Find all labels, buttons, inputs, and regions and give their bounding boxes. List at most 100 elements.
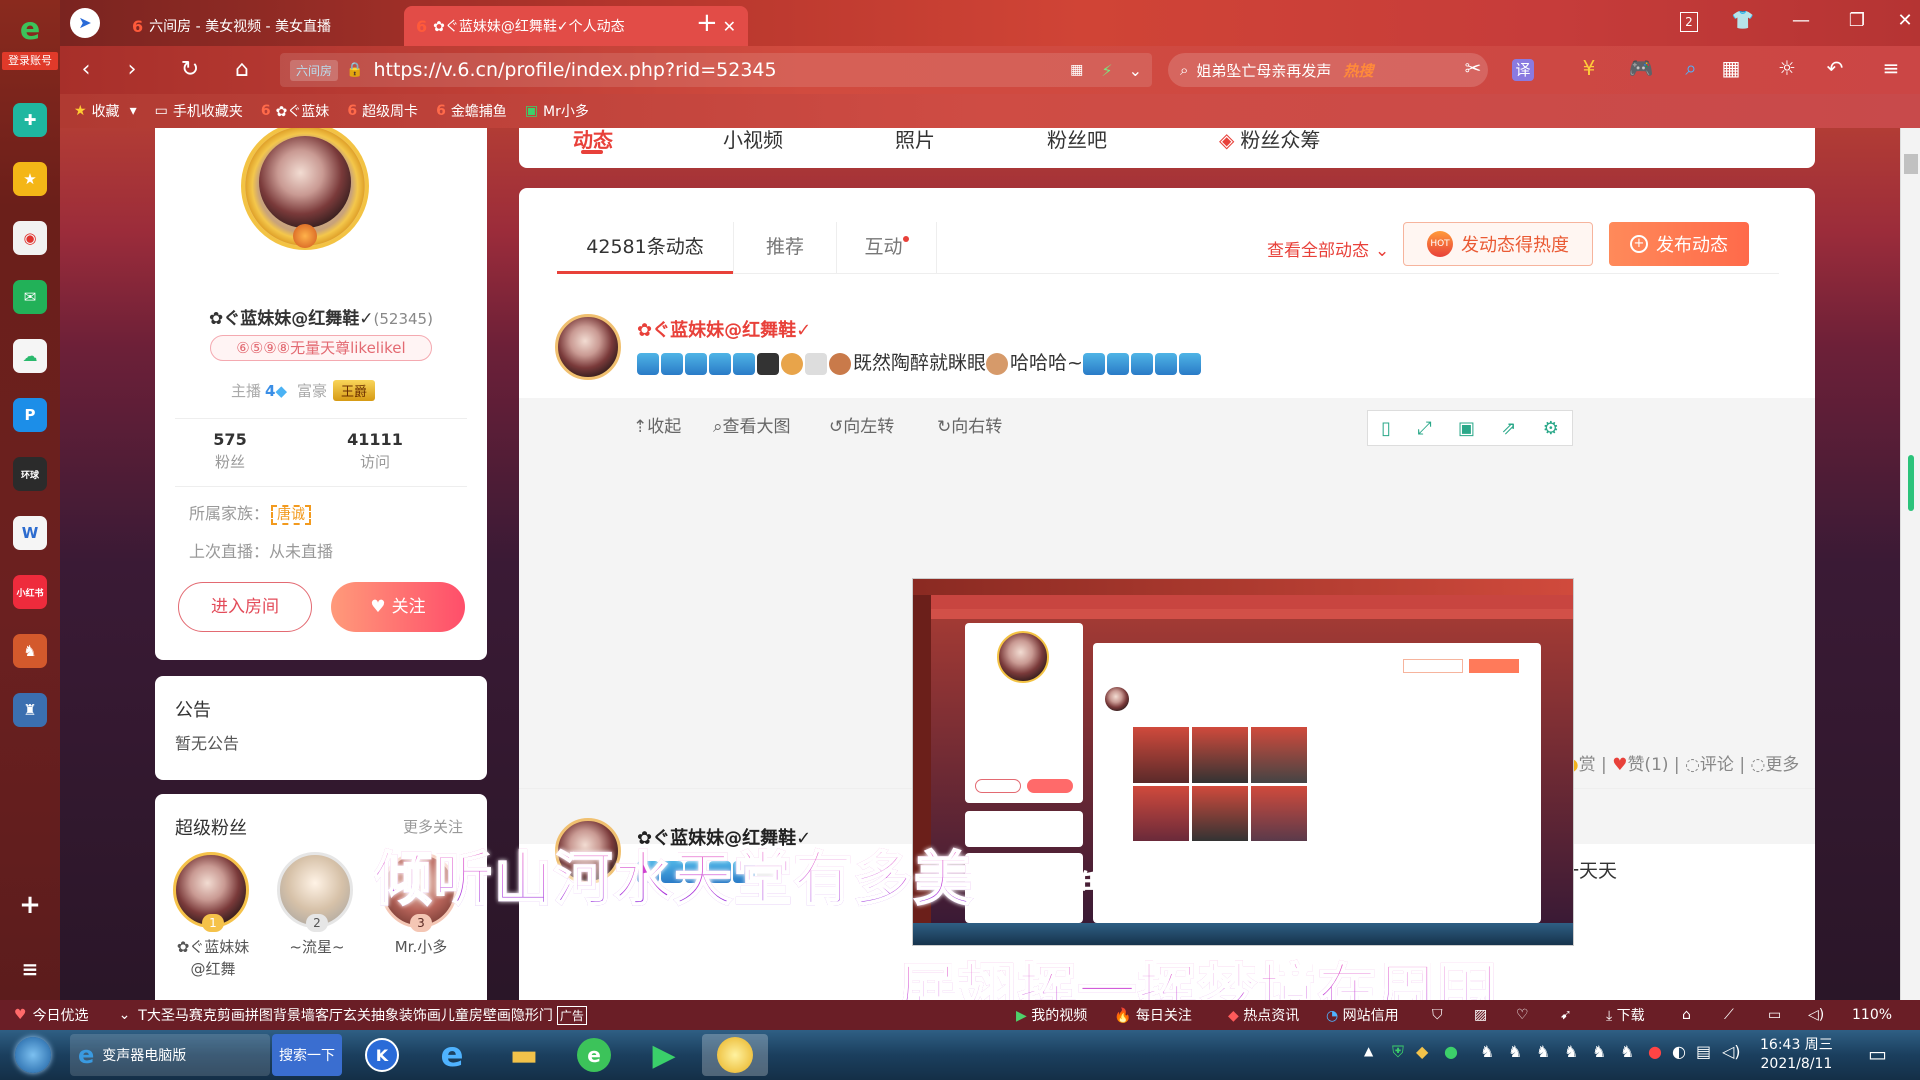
tray-qq-icon[interactable]: ♞ bbox=[1564, 1042, 1578, 1061]
mail-icon[interactable]: ✉ bbox=[13, 280, 47, 314]
tray-volume-icon[interactable]: ◁) bbox=[1722, 1042, 1741, 1061]
superfan-item[interactable]: 1 ✿ぐ蓝妹妹@红舞 bbox=[173, 852, 253, 980]
publish-button[interactable]: + 发布动态 bbox=[1609, 222, 1749, 266]
minimize-icon[interactable]: — bbox=[1786, 10, 1816, 31]
more-menu-icon[interactable]: ≡ bbox=[1876, 56, 1906, 80]
home-icon[interactable]: ⌂ bbox=[226, 56, 258, 84]
avatar[interactable] bbox=[241, 128, 369, 250]
brightness-icon[interactable]: ☼ bbox=[1772, 56, 1802, 80]
collapse-button[interactable]: ⇡收起 bbox=[633, 412, 681, 437]
restore-icon[interactable]: ❐ bbox=[1842, 10, 1872, 31]
taskbar-search-button[interactable]: 搜索一下 bbox=[272, 1034, 342, 1076]
fans-stat[interactable]: 575 粉丝 bbox=[195, 430, 265, 472]
comment-button[interactable]: ◌评论 bbox=[1685, 755, 1734, 775]
credit-link[interactable]: ◔ 网站信用 bbox=[1326, 1005, 1399, 1025]
tray-arrow-icon[interactable]: ▲ bbox=[1364, 1044, 1373, 1058]
close-tab-icon[interactable]: ✕ bbox=[723, 17, 736, 36]
hot-news-link[interactable]: ◆ 热点资讯 bbox=[1228, 1005, 1299, 1025]
post-author-avatar[interactable] bbox=[555, 314, 621, 380]
qr-icon[interactable]: ▦ bbox=[1070, 62, 1083, 78]
taskbar-avatar-app-icon[interactable] bbox=[702, 1034, 768, 1076]
bookmark-fish[interactable]: 6 金蟾捕鱼 bbox=[436, 101, 507, 121]
taskbar-folder-icon[interactable]: ▬ bbox=[496, 1034, 552, 1076]
nav-fan-bar[interactable]: 粉丝吧 bbox=[1047, 128, 1107, 153]
rocket-icon[interactable]: ➹ bbox=[1560, 1007, 1572, 1023]
tray-qq-icon[interactable]: ♞ bbox=[1508, 1042, 1522, 1061]
today-picks[interactable]: 今日优选 bbox=[33, 1005, 89, 1025]
heartbeat-icon[interactable]: ♡ bbox=[1516, 1007, 1529, 1023]
bookmark-favorites[interactable]: ★ 收藏 ▾ bbox=[74, 101, 137, 121]
rotate-right-button[interactable]: ↻向右转 bbox=[937, 412, 1002, 437]
tab-6cn-home[interactable]: 6 六间房 - 美女视频 - 美女直播 bbox=[120, 6, 400, 46]
tray-qq-icon[interactable]: ♞ bbox=[1620, 1042, 1634, 1061]
save-icon[interactable]: ▣ bbox=[1458, 418, 1475, 439]
more-button[interactable]: ◌更多 bbox=[1750, 755, 1799, 775]
enter-room-button[interactable]: 进入房间 bbox=[178, 582, 312, 632]
search-box[interactable]: ⌕ 姐弟坠亡母亲再发声 热搜 bbox=[1168, 53, 1488, 87]
action-center-icon[interactable]: ▭ bbox=[1868, 1042, 1887, 1066]
bookmark-weekly[interactable]: 6 超级周卡 bbox=[347, 101, 418, 121]
undo-icon[interactable]: ↶ bbox=[1820, 56, 1850, 80]
start-button[interactable] bbox=[10, 1034, 56, 1076]
back-icon[interactable]: ‹ bbox=[70, 56, 102, 84]
browser-logo-icon[interactable]: e bbox=[13, 12, 47, 47]
p-app-icon[interactable]: P bbox=[13, 398, 47, 432]
doc-app-icon[interactable]: W bbox=[13, 516, 47, 550]
like-button[interactable]: ♥赞(1) bbox=[1612, 755, 1668, 775]
share-out-icon[interactable]: ⇗ bbox=[1501, 418, 1516, 439]
lightning-icon[interactable]: ⚡ bbox=[1101, 61, 1112, 80]
rss-icon[interactable]: ⟋ bbox=[1724, 1007, 1734, 1023]
zoom-level[interactable]: 110% bbox=[1852, 1007, 1892, 1023]
download-link[interactable]: ⤓ 下载 bbox=[1606, 1005, 1645, 1025]
follow-button[interactable]: ♥ 关注 bbox=[331, 582, 465, 632]
post-image[interactable]: 天高任鸟飞风暴我陶醉 展翅挥一挥梦境在周围 bbox=[912, 578, 1574, 946]
view-all-dropdown[interactable]: 查看全部动态 ⌄ bbox=[1267, 236, 1389, 261]
xiaohongshu-icon[interactable]: 小红书 bbox=[13, 575, 47, 609]
tray-green-icon[interactable]: ● bbox=[1444, 1042, 1458, 1061]
address-bar[interactable]: 六间房 🔒 https://v.6.cn/profile/index.php?r… bbox=[280, 53, 1152, 87]
tab-recommend[interactable]: 推荐 bbox=[733, 222, 837, 274]
tray-app-icon[interactable]: ◐ bbox=[1672, 1042, 1686, 1061]
tray-network-icon[interactable]: ▤ bbox=[1696, 1042, 1711, 1061]
cloud-icon[interactable]: ☁ bbox=[13, 339, 47, 373]
coin-icon[interactable]: ¥ bbox=[1574, 56, 1604, 80]
family-badge[interactable]: 唐诚 bbox=[271, 505, 312, 525]
taskbar-ie-icon[interactable]: e bbox=[424, 1034, 480, 1076]
window-icon[interactable]: ▭ bbox=[1768, 1007, 1781, 1023]
fullscreen-icon[interactable]: ⤢ bbox=[1417, 418, 1431, 439]
shield-icon[interactable]: ⛉ bbox=[1432, 1007, 1443, 1023]
post-author-name[interactable]: ✿ぐ蓝妹妹@红舞鞋✓ bbox=[637, 316, 811, 342]
taskbar-360-browser-icon[interactable]: e bbox=[566, 1034, 622, 1076]
refresh-icon[interactable]: ↻ bbox=[174, 56, 206, 84]
forward-icon[interactable]: › bbox=[116, 56, 148, 84]
dropdown-icon[interactable]: ⌄ bbox=[1129, 61, 1142, 80]
tray-qq-icon[interactable]: ♞ bbox=[1592, 1042, 1606, 1061]
rotate-left-button[interactable]: ↺向左转 bbox=[829, 412, 894, 437]
tab-all-posts[interactable]: 42581条动态 bbox=[557, 222, 733, 274]
tray-app-icon[interactable]: ● bbox=[1648, 1042, 1662, 1061]
tab-interact[interactable]: 互动 bbox=[837, 222, 937, 274]
plus-app-icon[interactable]: ✚ bbox=[13, 103, 47, 137]
visits-stat[interactable]: 41111 访问 bbox=[335, 430, 415, 472]
star-app-icon[interactable]: ★ bbox=[13, 162, 47, 196]
my-video-link[interactable]: ▶ 我的视频 bbox=[1016, 1005, 1087, 1025]
taskbar-player-icon[interactable]: ▶ bbox=[636, 1034, 692, 1076]
castle-app-icon[interactable]: ♜ bbox=[13, 693, 47, 727]
taskbar-app-voice-changer[interactable]: e 变声器电脑版 bbox=[70, 1034, 270, 1076]
bookmark-mr[interactable]: ▣ Mr小多 bbox=[525, 101, 589, 121]
clock[interactable]: 16:43 周三 2021/8/11 bbox=[1760, 1036, 1833, 1074]
superfan-item[interactable]: 2 ~流星~ bbox=[277, 852, 357, 957]
page-scrollbar[interactable] bbox=[1900, 128, 1920, 1000]
bookmark-profile[interactable]: 6 ✿ぐ蓝妹 bbox=[261, 101, 329, 121]
image-icon[interactable]: ▨ bbox=[1474, 1007, 1487, 1023]
settings-icon[interactable]: ⚙ bbox=[1543, 418, 1559, 439]
close-window-icon[interactable]: ✕ bbox=[1890, 10, 1920, 31]
weibo-icon[interactable]: ◉ bbox=[13, 221, 47, 255]
skin-icon[interactable]: 👕 bbox=[1728, 10, 1758, 31]
cast-icon[interactable]: ⌂ bbox=[1682, 1007, 1691, 1023]
tab-count-badge[interactable]: 2 bbox=[1680, 12, 1698, 32]
game-app-icon[interactable]: ♞ bbox=[13, 634, 47, 668]
tray-shield-icon[interactable]: ⛨ bbox=[1392, 1042, 1404, 1062]
daily-follow-link[interactable]: 🔥 每日关注 bbox=[1114, 1005, 1192, 1025]
translate-icon[interactable]: 译 bbox=[1512, 59, 1534, 81]
